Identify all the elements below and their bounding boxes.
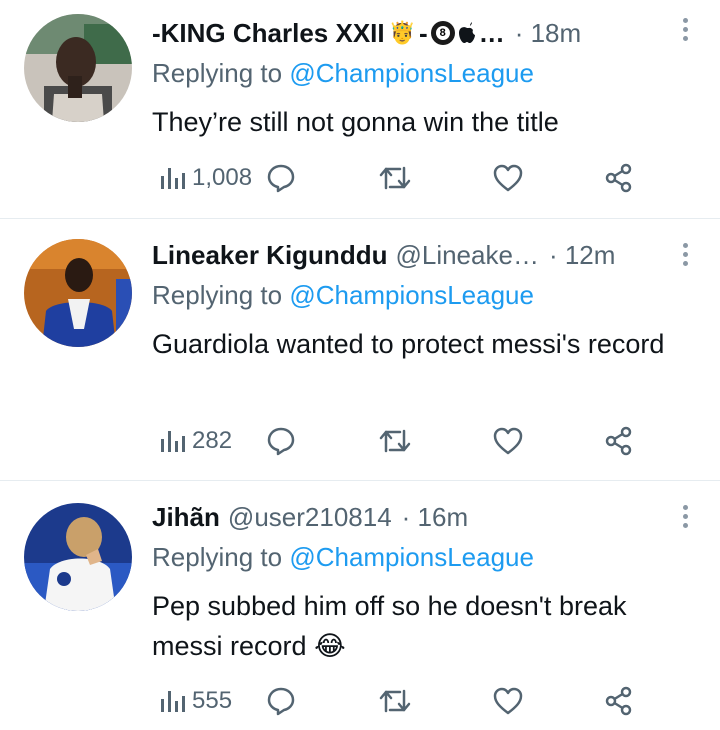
reply-button[interactable] (266, 681, 296, 721)
share-icon (605, 426, 632, 456)
name-ellipsis: … (478, 17, 505, 48)
reply-icon (267, 164, 295, 193)
replying-to-link[interactable]: @ChampionsLeague (289, 280, 534, 310)
like-button[interactable] (492, 158, 524, 198)
timestamp[interactable]: · 16m (402, 502, 468, 533)
handle[interactable]: @Lineake… (395, 240, 538, 271)
retweet-button[interactable] (378, 681, 412, 721)
views-count: 1,008 (192, 164, 253, 191)
handle[interactable]: @user210814 (228, 502, 392, 533)
views-count: 555 (192, 687, 233, 714)
more-options-icon[interactable] (680, 503, 690, 529)
views-icon (161, 691, 185, 712)
views-button[interactable]: 1,008 (158, 158, 252, 198)
heart-icon (493, 427, 523, 455)
views-icon (161, 168, 185, 189)
display-name[interactable]: -KING Charles XXII (152, 18, 385, 49)
more-options-icon[interactable] (680, 241, 690, 267)
reply-button[interactable] (266, 158, 296, 198)
like-button[interactable] (492, 421, 524, 461)
retweet-icon (379, 429, 411, 453)
timestamp[interactable]: · 18m (515, 18, 581, 49)
timestamp[interactable]: · 12m (549, 240, 615, 271)
avatar[interactable] (24, 14, 132, 122)
prince-emoji-icon: 🤴 (388, 20, 417, 45)
tweet-text: They’re still not gonna win the title (152, 107, 559, 137)
more-options-icon[interactable] (680, 16, 690, 42)
tweet-text: Guardiola wanted to protect messi's reco… (152, 329, 665, 359)
tweet-text: Pep subbed him off so he doesn't break m… (152, 586, 692, 666)
views-count: 282 (192, 427, 233, 454)
name-badges: 🤴 - 8 … (389, 18, 505, 49)
8-ball-icon: 8 (430, 21, 455, 45)
replying-prefix: Replying to (152, 58, 283, 88)
views-icon (161, 431, 185, 452)
tweet-header: Jihãn @user210814 · 16m (152, 499, 676, 535)
heart-icon (493, 164, 523, 192)
apple-logo-icon (458, 22, 475, 43)
replying-to: Replying to @ChampionsLeague (152, 58, 534, 89)
tweet-text-body: Pep subbed him off so he doesn't break m… (152, 591, 627, 661)
share-button[interactable] (604, 421, 634, 461)
share-button[interactable] (604, 681, 634, 721)
tweet-header: -KING Charles XXII 🤴 - 8 … · 18m (152, 15, 676, 51)
tweet[interactable]: Jihãn @user210814 · 16m Replying to @Cha… (0, 481, 720, 730)
reply-icon (267, 427, 295, 456)
laughing-emoji-icon: 😂 (314, 631, 346, 661)
display-name[interactable]: Jihãn (152, 502, 220, 533)
tweet[interactable]: -KING Charles XXII 🤴 - 8 … · 18m Replyin… (0, 0, 720, 218)
replying-prefix: Replying to (152, 542, 283, 572)
share-icon (605, 686, 632, 716)
replying-prefix: Replying to (152, 280, 283, 310)
heart-icon (493, 687, 523, 715)
retweet-icon (379, 166, 411, 190)
avatar[interactable] (24, 503, 132, 611)
views-button[interactable]: 555 (158, 681, 232, 721)
tweet-actions: 555 (152, 681, 652, 721)
tweet[interactable]: Lineaker Kigunddu @Lineake… · 12m Replyi… (0, 219, 720, 479)
retweet-button[interactable] (378, 421, 412, 461)
tweet-actions: 282 (152, 421, 652, 461)
share-icon (605, 163, 632, 193)
like-button[interactable] (492, 681, 524, 721)
reply-button[interactable] (266, 421, 296, 461)
replying-to: Replying to @ChampionsLeague (152, 280, 534, 311)
avatar[interactable] (24, 239, 132, 347)
views-button[interactable]: 282 (158, 421, 232, 461)
tweet-header: Lineaker Kigunddu @Lineake… · 12m (152, 237, 676, 273)
retweet-button[interactable] (378, 158, 412, 198)
name-suffix: - (419, 17, 428, 48)
display-name[interactable]: Lineaker Kigunddu (152, 240, 387, 271)
replying-to-link[interactable]: @ChampionsLeague (289, 58, 534, 88)
tweet-actions: 1,008 (152, 158, 652, 198)
replying-to-link[interactable]: @ChampionsLeague (289, 542, 534, 572)
replying-to: Replying to @ChampionsLeague (152, 542, 534, 573)
retweet-icon (379, 689, 411, 713)
share-button[interactable] (604, 158, 634, 198)
reply-icon (267, 687, 295, 716)
